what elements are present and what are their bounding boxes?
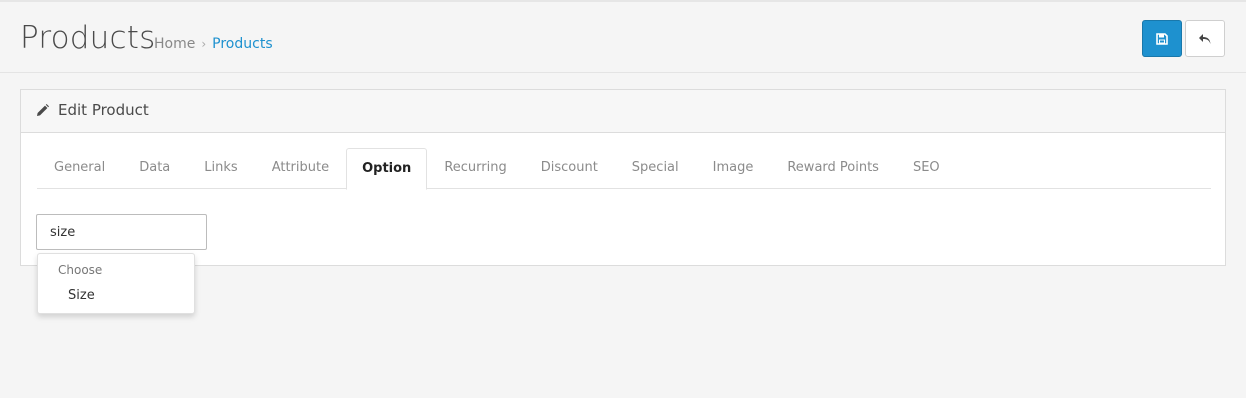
tab-data[interactable]: Data (122, 148, 187, 189)
tab-option[interactable]: Option (346, 148, 428, 190)
save-icon (1156, 32, 1168, 45)
tab-bar: General Data Links Attribute Option Recu… (37, 148, 1211, 190)
page-header: Products Home › Products (0, 2, 1246, 73)
option-search-input[interactable] (36, 214, 207, 250)
reply-icon (1199, 33, 1211, 44)
tab-image[interactable]: Image (696, 148, 771, 189)
back-button[interactable] (1185, 20, 1225, 57)
pencil-icon (37, 104, 49, 116)
dropdown-item-size[interactable]: Size (68, 288, 95, 303)
tab-recurring[interactable]: Recurring (427, 148, 523, 189)
tab-general[interactable]: General (37, 148, 122, 189)
tab-attribute[interactable]: Attribute (255, 148, 346, 189)
tab-discount[interactable]: Discount (524, 148, 615, 189)
tab-links[interactable]: Links (187, 148, 254, 189)
tab-special[interactable]: Special (615, 148, 696, 189)
panel-heading: Edit Product (21, 90, 1225, 133)
breadcrumb-home-link[interactable]: Home (154, 35, 195, 53)
tab-reward-points[interactable]: Reward Points (770, 148, 896, 189)
panel-title: Edit Product (58, 101, 149, 119)
breadcrumb-products-link[interactable]: Products (212, 35, 272, 53)
autocomplete-dropdown: Choose Size (37, 253, 195, 314)
breadcrumb: Home › Products (154, 35, 273, 53)
breadcrumb-separator: › (201, 37, 207, 51)
page-title: Products (20, 20, 156, 56)
dropdown-group-header: Choose (58, 263, 103, 277)
save-button[interactable] (1142, 20, 1182, 57)
tab-seo[interactable]: SEO (896, 148, 957, 189)
